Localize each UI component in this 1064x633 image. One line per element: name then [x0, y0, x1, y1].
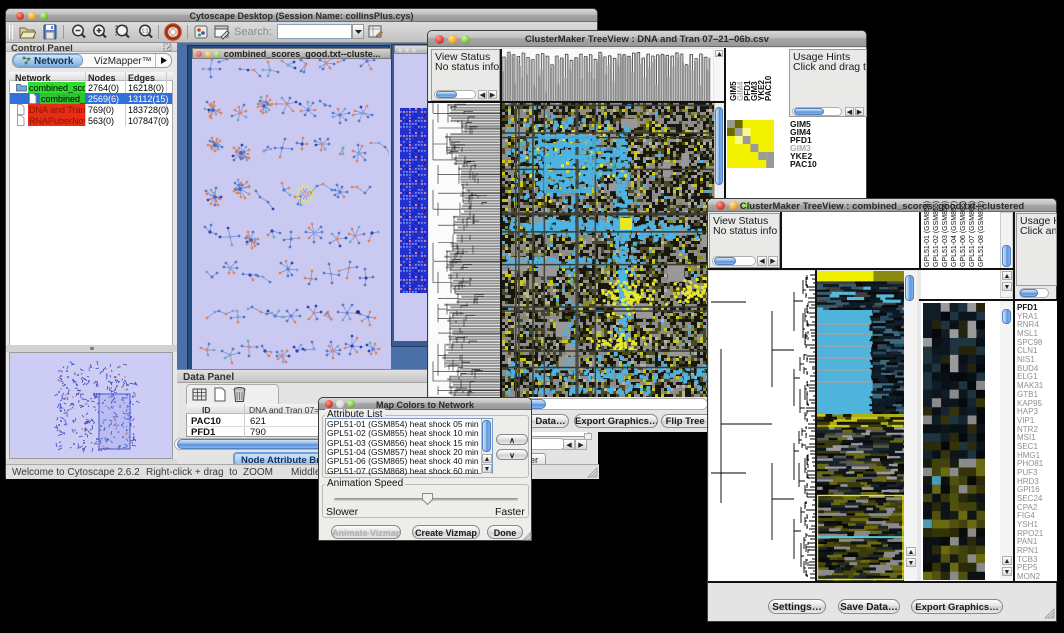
svg-text:1:1: 1:1 [142, 29, 149, 35]
